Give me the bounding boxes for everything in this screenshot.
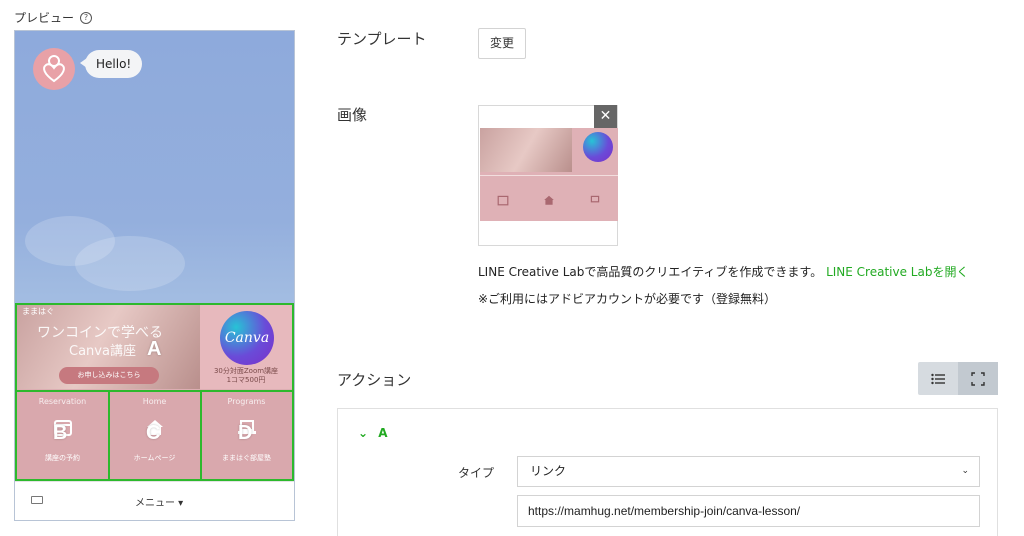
thumb-banner xyxy=(480,128,572,172)
url-input[interactable] xyxy=(517,495,980,527)
type-select-value: リンク xyxy=(530,464,567,478)
question-circle-icon[interactable]: ? xyxy=(80,11,93,24)
menu-toggle-label[interactable]: メニュー ▾ xyxy=(135,494,183,509)
action-area-toggle[interactable]: ⌄ A xyxy=(358,426,388,440)
expand-icon[interactable] xyxy=(958,362,998,395)
creative-lab-info: LINE Creative Labで高品質のクリエイティブを作成できます。 LI… xyxy=(478,263,968,280)
thumb-canva-logo xyxy=(583,132,613,162)
template-label: テンプレート xyxy=(337,30,427,48)
change-template-button[interactable]: 変更 xyxy=(478,28,526,59)
chat-bubble: Hello! xyxy=(79,50,143,78)
tap-area-c[interactable]: C xyxy=(108,390,202,481)
chevron-down-icon: ⌄ xyxy=(358,426,369,440)
cloud-decoration xyxy=(75,236,185,291)
chevron-down-icon: ⌄ xyxy=(961,466,969,476)
type-label: タイプ xyxy=(458,466,495,480)
area-label-d: D xyxy=(238,422,253,444)
info-text: LINE Creative Labで高品質のクリエイティブを作成できます。 xyxy=(478,265,823,279)
preview-title: プレビュー xyxy=(14,11,75,25)
keyboard-icon xyxy=(31,496,43,504)
mother-heart-logo-icon xyxy=(43,55,65,83)
tap-area-b[interactable]: B xyxy=(15,390,110,481)
view-toggle xyxy=(918,362,998,395)
thumb-tiles xyxy=(480,175,618,221)
tap-area-d[interactable]: D xyxy=(200,390,294,481)
preview-header: プレビュー ? xyxy=(14,9,93,26)
list-icon[interactable] xyxy=(918,362,958,395)
tap-area-a[interactable]: A xyxy=(15,303,294,392)
area-label-c: C xyxy=(146,422,161,444)
area-label-a: A xyxy=(147,338,162,360)
area-label-b: B xyxy=(53,422,68,444)
chat-area: Hello! xyxy=(15,31,294,303)
home-icon xyxy=(544,195,554,205)
close-icon[interactable]: ✕ xyxy=(594,105,617,128)
action-label: アクション xyxy=(337,371,412,389)
type-select[interactable]: リンク ⌄ xyxy=(517,456,980,487)
action-panel: ⌄ A タイプ リンク ⌄ xyxy=(337,408,998,536)
rich-menu-image: ままはぐ ワンコインで学べる Canva講座 お申し込みはこちら Canva 3… xyxy=(15,303,294,481)
adobe-note: ※ご利用にはアドビアカウントが必要です（登録無料） xyxy=(478,292,777,306)
calendar-icon xyxy=(497,195,509,206)
laptop-icon xyxy=(590,195,600,203)
image-label: 画像 xyxy=(337,106,368,124)
action-area-id: A xyxy=(378,426,388,440)
thumbnail-image xyxy=(480,128,618,221)
phone-preview: Hello! ままはぐ ワンコインで学べる Canva講座 お申し込みはこちら … xyxy=(14,30,295,521)
phone-footer: メニュー ▾ xyxy=(15,481,294,520)
creative-lab-link[interactable]: LINE Creative Labを開く xyxy=(826,265,968,279)
avatar xyxy=(33,48,75,90)
rich-menu-editor: プレビュー ? Hello! ままはぐ ワンコインで学べる Canva講座 お申… xyxy=(0,0,1024,536)
